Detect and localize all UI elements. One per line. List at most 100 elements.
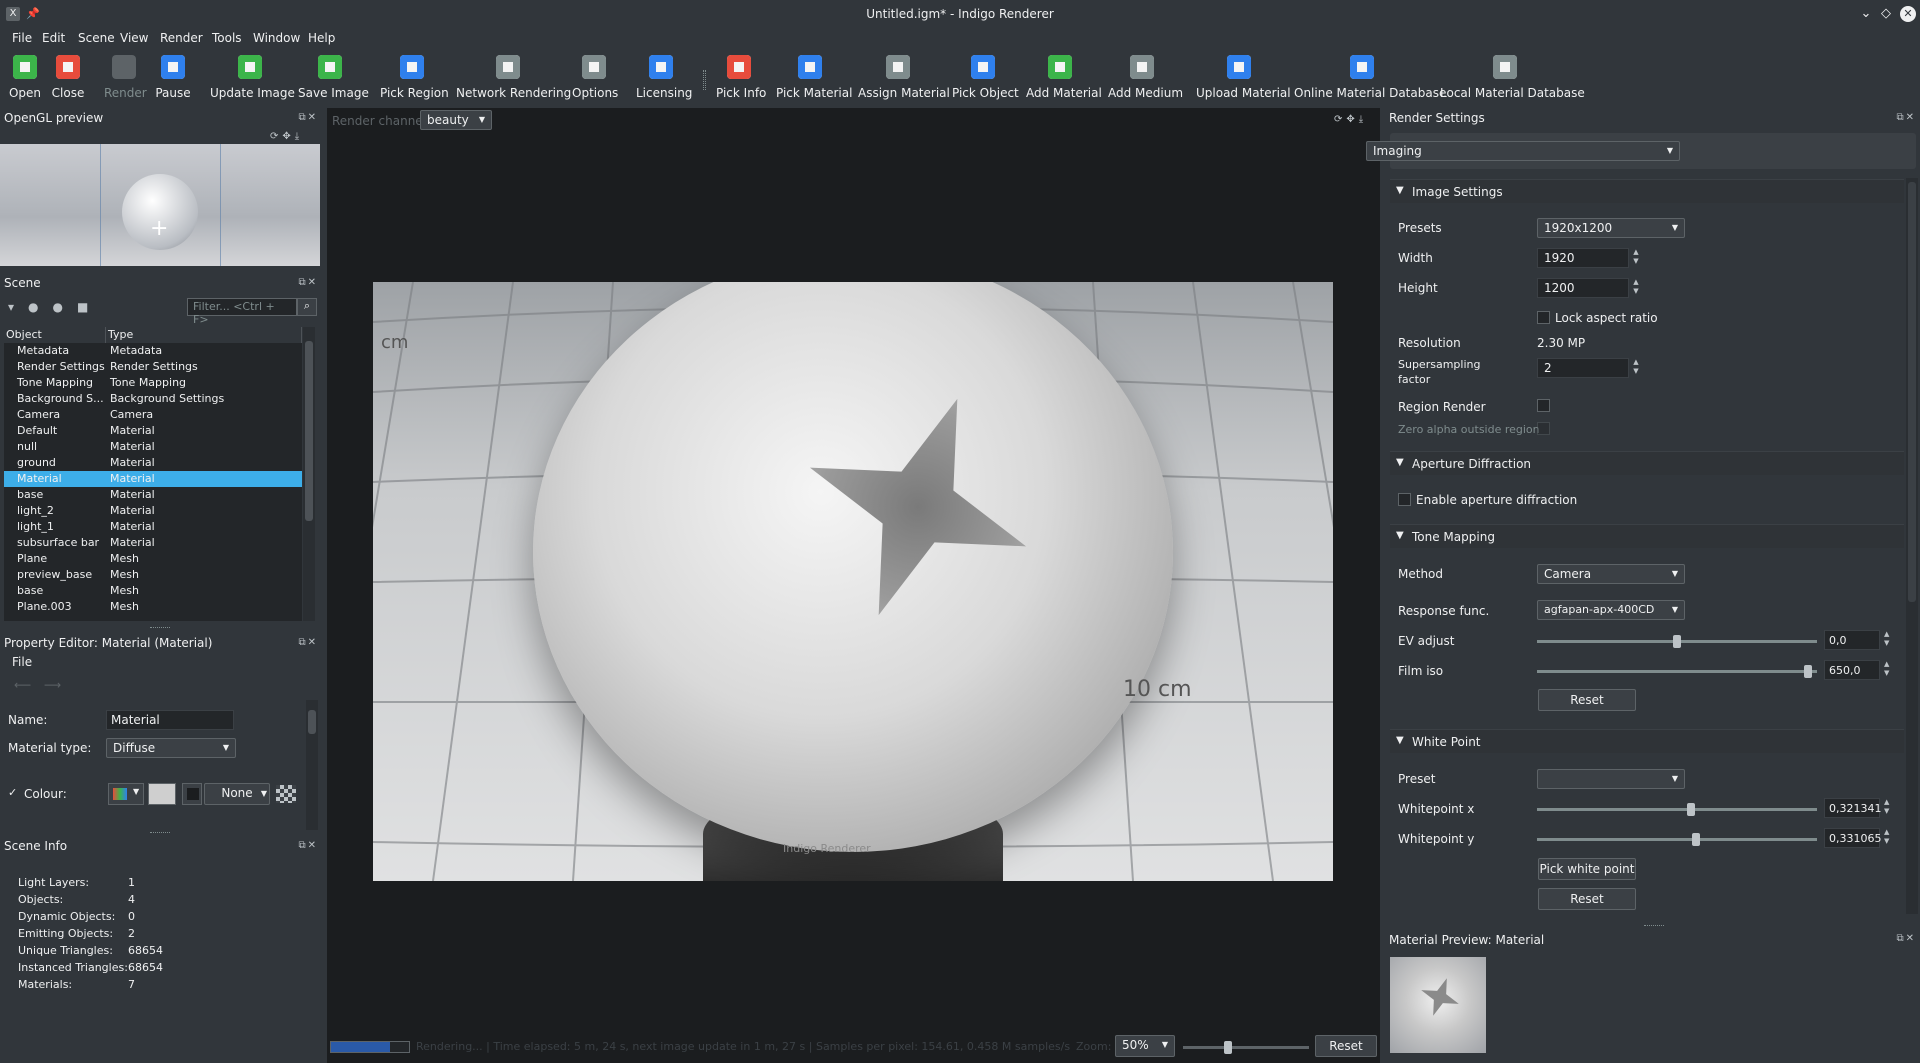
menu-view[interactable]: View — [120, 31, 148, 45]
network-rendering-button[interactable]: Network Rendering — [456, 52, 571, 104]
supersampling-input[interactable]: 2 ▲ ▼ — [1537, 358, 1639, 378]
scene-tree-row[interactable]: base Mesh — [4, 583, 302, 599]
pick-material-button[interactable]: Pick Material — [776, 52, 852, 104]
preview-download-icon[interactable]: ⤓ — [295, 131, 303, 142]
material-type-select[interactable]: Diffuse ▼ — [106, 738, 236, 758]
whitepoint-y-handle[interactable] — [1692, 833, 1701, 846]
dock-buttons[interactable]: ⧉✕ — [298, 112, 318, 123]
scene-tree-row[interactable]: Plane.003 Mesh — [4, 599, 302, 615]
presets-select[interactable]: 1920x1200 ▼ — [1537, 218, 1685, 238]
colour-picker-button[interactable]: ▼ — [108, 783, 144, 805]
colour-swatch[interactable] — [148, 783, 176, 805]
image-settings-section[interactable]: ▼ Image Settings — [1390, 179, 1904, 203]
spin-arrows-icon[interactable]: ▲ ▼ — [1884, 828, 1889, 846]
column-object[interactable]: Object — [4, 327, 106, 343]
pick-info-button[interactable]: Pick Info — [716, 52, 766, 104]
texture-toggle[interactable] — [182, 783, 202, 805]
column-type[interactable]: Type — [106, 327, 302, 343]
zoom-slider[interactable] — [1183, 1041, 1309, 1054]
rendered-image[interactable]: cm 10 cm Indigo Renderer — [373, 282, 1333, 881]
scene-tree-row[interactable]: Background S... Background Settings — [4, 391, 302, 407]
update-image-button[interactable]: Update Image — [210, 52, 295, 104]
scene-tree-row[interactable]: subsurface bar Material — [4, 535, 302, 551]
assign-material-button[interactable]: Assign Material — [858, 52, 950, 104]
menu-file[interactable]: File — [12, 31, 32, 45]
zoom-slider-handle[interactable] — [1224, 1041, 1233, 1054]
open-button[interactable]: Open — [8, 52, 42, 104]
preview-refresh-icon[interactable]: ⟳ — [270, 131, 282, 142]
colour-checkbox[interactable]: ✓ — [8, 786, 17, 799]
whitepoint-x-slider[interactable] — [1537, 803, 1817, 816]
property-scrollbar[interactable] — [306, 700, 318, 830]
splitter-handle[interactable] — [150, 832, 170, 834]
white-point-section[interactable]: ▼ White Point — [1390, 729, 1904, 753]
maximize-button[interactable]: ◇ — [1878, 6, 1894, 22]
scene-tree-row[interactable]: Render Settings Render Settings — [4, 359, 302, 375]
scene-tree-row[interactable]: preview_base Mesh — [4, 567, 302, 583]
render-button[interactable]: Render — [104, 52, 147, 104]
film-iso-handle[interactable] — [1803, 665, 1812, 678]
height-input[interactable]: 1200 ▲ ▼ — [1537, 278, 1639, 298]
imaging-select[interactable]: Imaging ▼ — [1366, 141, 1680, 161]
dock-buttons[interactable]: ⧉✕ — [298, 637, 318, 648]
lock-aspect-checkbox[interactable] — [1537, 311, 1550, 324]
object-icon[interactable]: ■ — [77, 300, 102, 314]
upload-material-button[interactable]: Upload Material — [1196, 52, 1291, 104]
scene-tree-row[interactable]: Tone Mapping Tone Mapping — [4, 375, 302, 391]
render-settings-scrollbar[interactable] — [1906, 178, 1918, 914]
opengl-preview-viewport[interactable]: + — [0, 144, 320, 266]
region-render-checkbox[interactable] — [1537, 399, 1550, 412]
scene-filter-input[interactable]: Filter... <Ctrl + F> — [187, 298, 297, 326]
search-icon[interactable]: ⌕ — [297, 298, 317, 316]
ev-adjust-slider[interactable] — [1537, 635, 1817, 648]
aperture-diffraction-section[interactable]: ▼ Aperture Diffraction — [1390, 451, 1904, 475]
scene-tree-row[interactable]: null Material — [4, 439, 302, 455]
white-preset-select[interactable]: ▼ — [1537, 769, 1685, 789]
back-arrow-icon[interactable]: ⟵ — [14, 678, 31, 692]
response-func-select[interactable]: agfapan-apx-400CD ▼ — [1537, 600, 1685, 620]
scene-tree-row[interactable]: Material Material — [4, 471, 302, 487]
pause-button[interactable]: Pause — [155, 52, 191, 104]
spin-arrows-icon[interactable]: ▲ ▼ — [1630, 278, 1642, 298]
close-button[interactable]: Close — [50, 52, 86, 104]
online-material-database-button[interactable]: Online Material Database — [1294, 52, 1446, 104]
whitepoint-x-value[interactable]: 0,321341 — [1824, 798, 1882, 818]
tone-mapping-reset-button[interactable]: Reset — [1538, 689, 1636, 711]
material-preview-thumbnail[interactable] — [1390, 957, 1486, 1053]
preview-fit-icon[interactable]: ✥ — [282, 131, 294, 142]
licensing-button[interactable]: Licensing — [636, 52, 692, 104]
scene-tree-row[interactable]: light_1 Material — [4, 519, 302, 535]
aperture-diffraction-checkbox[interactable] — [1398, 493, 1411, 506]
view-refresh-icon[interactable]: ⟳ — [1334, 114, 1346, 125]
dock-buttons[interactable]: ⧉✕ — [1896, 933, 1916, 944]
dock-buttons[interactable]: ⧉✕ — [1896, 112, 1916, 123]
spin-arrows-icon[interactable]: ▲ ▼ — [1884, 630, 1889, 648]
whitepoint-y-slider[interactable] — [1537, 833, 1817, 846]
pick-region-button[interactable]: Pick Region — [380, 52, 449, 104]
minimize-button[interactable]: ⌄ — [1858, 6, 1874, 22]
material-name-input[interactable]: Material — [106, 710, 234, 730]
view-fit-icon[interactable]: ✥ — [1346, 114, 1358, 125]
film-iso-value[interactable]: 650,0 — [1824, 660, 1880, 680]
width-input[interactable]: 1920 ▲ ▼ — [1537, 248, 1639, 268]
spin-arrows-icon[interactable]: ▲ ▼ — [1884, 798, 1889, 816]
add-medium-button[interactable]: Add Medium — [1108, 52, 1183, 104]
menu-edit[interactable]: Edit — [42, 31, 65, 45]
scrollbar-thumb[interactable] — [1908, 182, 1916, 602]
render-channel-select[interactable]: beauty ▼ — [420, 110, 492, 130]
menu-window[interactable]: Window — [253, 31, 300, 45]
zoom-select[interactable]: 50% ▼ — [1115, 1035, 1175, 1057]
whitepoint-x-handle[interactable] — [1686, 803, 1695, 816]
scene-tree-row[interactable]: Camera Camera — [4, 407, 302, 423]
texture-dropdown[interactable]: ▼ — [258, 783, 270, 805]
pick-white-point-button[interactable]: Pick white point — [1538, 858, 1636, 880]
splitter-handle[interactable] — [1644, 925, 1664, 927]
tone-method-select[interactable]: Camera ▼ — [1537, 564, 1685, 584]
pick-object-button[interactable]: Pick Object — [952, 52, 1019, 104]
spin-arrows-icon[interactable]: ▲ ▼ — [1630, 248, 1642, 268]
spin-arrows-icon[interactable]: ▲ ▼ — [1630, 358, 1642, 378]
ev-adjust-value[interactable]: 0,0 — [1824, 630, 1880, 650]
menu-help[interactable]: Help — [308, 31, 335, 45]
dock-buttons[interactable]: ⧉✕ — [298, 277, 318, 288]
scene-tree-row[interactable]: ground Material — [4, 455, 302, 471]
